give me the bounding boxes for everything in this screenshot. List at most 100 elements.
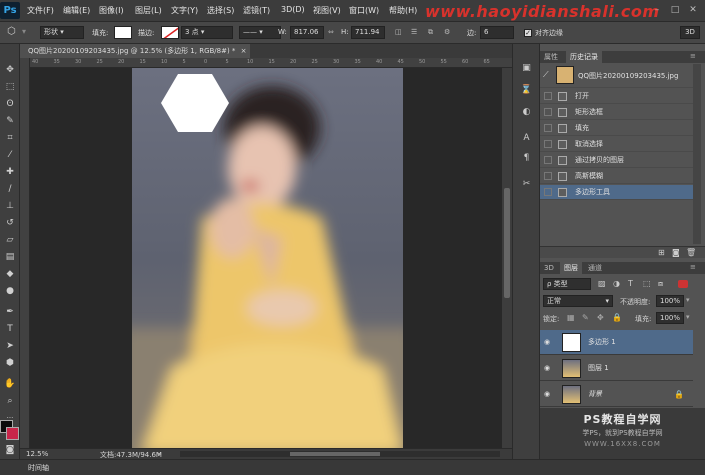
sides-input[interactable]: 6 — [480, 26, 514, 39]
healing-tool-icon[interactable]: ✚ — [3, 166, 17, 178]
polygon-tool-icon[interactable]: ⬡ — [7, 26, 16, 37]
history-icon[interactable]: ⌛ — [519, 84, 534, 97]
zoom-tool-icon[interactable]: ⌕ — [3, 395, 17, 407]
blur-tool-icon[interactable]: ◆ — [3, 268, 17, 280]
brush-tool-icon[interactable]: ∕ — [3, 183, 17, 195]
history-item[interactable]: 矩形选框 — [540, 105, 693, 120]
menu-select[interactable]: 选择(S) — [207, 5, 234, 16]
filter-shape-icon[interactable]: ⬚ — [643, 279, 651, 288]
menu-image[interactable]: 图像(I) — [99, 5, 124, 16]
camera-icon[interactable]: ◙ — [672, 248, 680, 257]
lasso-tool-icon[interactable]: ʘ — [3, 98, 17, 110]
panel-menu-icon[interactable]: ≡ — [690, 52, 696, 60]
history-snapshot[interactable]: ⟋ QQ图片20200109203435.jpg — [540, 64, 693, 88]
stamp-tool-icon[interactable]: ⊥ — [3, 200, 17, 212]
layer-row-selected[interactable]: ◉ 多边形 1 — [540, 330, 693, 355]
horizontal-ruler[interactable]: 40 35 30 25 20 15 10 5 0 5 10 15 20 25 30 35 40 45 50 55 60 6… — [30, 58, 512, 68]
layer-kind-filter[interactable]: ρ 类型 — [543, 278, 591, 290]
paragraph-icon[interactable]: ¶ — [519, 152, 534, 165]
menu-type[interactable]: 文字(Y) — [171, 5, 198, 16]
menu-view[interactable]: 视图(V) — [313, 5, 341, 16]
adjustments-icon[interactable]: ◐ — [519, 106, 534, 119]
menu-file[interactable]: 文件(F) — [27, 5, 54, 16]
move-tool-icon[interactable]: ✥ — [3, 64, 17, 76]
blend-mode-select[interactable]: 正常 ▾ — [543, 295, 613, 307]
menu-help[interactable]: 帮助(H) — [389, 5, 417, 16]
lock-position-icon[interactable]: ✥ — [597, 313, 604, 322]
path-arrange-icon[interactable]: ⧉ — [428, 28, 433, 37]
document-tab[interactable]: QQ图片20200109203435.jpg @ 12.5% (多边形 1, R… — [20, 44, 250, 58]
tab-layers[interactable]: 图层 — [560, 262, 582, 274]
opacity-input[interactable]: 100% — [656, 295, 684, 307]
3d-mode-button[interactable]: 3D — [680, 26, 700, 39]
properties-icon[interactable]: ▣ — [519, 62, 534, 75]
new-document-icon[interactable]: ⊞ — [658, 248, 665, 257]
minimize-icon[interactable]: – — [650, 4, 664, 16]
pen-tool-icon[interactable]: ✒ — [3, 306, 17, 318]
lock-pixels-icon[interactable]: ✎ — [582, 313, 589, 322]
opacity-dropdown-icon[interactable]: ▾ — [686, 296, 690, 304]
history-brush-tool-icon[interactable]: ↺ — [3, 217, 17, 229]
zoom-level[interactable]: 12.5% — [26, 450, 48, 458]
tab-history[interactable]: 历史记录 — [566, 51, 602, 63]
menu-3d[interactable]: 3D(D) — [281, 5, 305, 14]
layers-menu-icon[interactable]: ≡ — [690, 263, 696, 271]
stroke-size-select[interactable]: 3 点 ▾ — [181, 26, 233, 39]
quick-select-tool-icon[interactable]: ✎ — [3, 115, 17, 127]
filter-adjust-icon[interactable]: ◑ — [613, 279, 620, 288]
horizontal-scrollbar[interactable] — [180, 451, 500, 457]
history-item-active[interactable]: 多边形工具 — [540, 185, 693, 200]
polygon-shape-tool-icon[interactable]: ⬢ — [3, 357, 17, 369]
history-item[interactable]: 高斯模糊 — [540, 169, 693, 184]
visibility-eye-icon[interactable]: ◉ — [544, 338, 553, 346]
menu-filter[interactable]: 滤镜(T) — [243, 5, 270, 16]
layer-row[interactable]: ◉ 背景 🔒 — [540, 382, 693, 407]
status-arrow-icon[interactable]: ▸ — [158, 450, 162, 458]
layer-row[interactable]: ◉ 图层 1 — [540, 356, 693, 381]
background-color-swatch[interactable] — [6, 427, 19, 440]
tab-channels[interactable]: 通道 — [584, 262, 606, 274]
gear-icon[interactable]: ⚙ — [444, 28, 450, 36]
history-item[interactable]: 取消选择 — [540, 137, 693, 152]
brush-source-icon[interactable]: ⟋ — [543, 70, 549, 80]
path-align-icon[interactable]: ☰ — [411, 28, 417, 36]
path-ops-icon[interactable]: ◫ — [395, 28, 402, 36]
trash-icon[interactable]: 🗑 — [686, 248, 696, 257]
align-edges-checkbox[interactable]: ✓ — [524, 29, 532, 37]
history-scrollbar[interactable] — [693, 64, 701, 244]
filter-pixel-icon[interactable]: ▨ — [598, 279, 606, 288]
history-item[interactable]: 填充 — [540, 121, 693, 136]
history-item[interactable]: 通过拷贝的图层 — [540, 153, 693, 168]
chevron-down-icon[interactable]: ▾ — [22, 27, 26, 36]
character-icon[interactable]: A — [519, 132, 534, 145]
eyedropper-tool-icon[interactable]: ⁄ — [3, 149, 17, 161]
menu-edit[interactable]: 编辑(E) — [63, 5, 90, 16]
fill-input[interactable]: 100% — [656, 312, 684, 324]
hand-tool-icon[interactable]: ✋ — [3, 378, 17, 390]
tab-properties[interactable]: 属性 — [540, 51, 562, 63]
vertical-scrollbar[interactable] — [502, 68, 512, 453]
quick-mask-icon[interactable]: ◙ — [3, 444, 17, 456]
hexagon-shape[interactable] — [160, 72, 230, 134]
fill-swatch[interactable] — [114, 26, 132, 39]
marquee-tool-icon[interactable]: ⬚ — [3, 81, 17, 93]
vertical-ruler[interactable] — [20, 58, 30, 453]
dodge-tool-icon[interactable]: ● — [3, 285, 17, 297]
history-item[interactable]: 打开 — [540, 89, 693, 104]
filter-type-icon[interactable]: T — [628, 279, 633, 288]
fill-dropdown-icon[interactable]: ▾ — [686, 313, 690, 321]
h-scrollbar-thumb[interactable] — [290, 452, 380, 456]
close-tab-icon[interactable]: × — [241, 47, 247, 55]
eraser-tool-icon[interactable]: ▱ — [3, 234, 17, 246]
stroke-type-select[interactable]: —— ▾ — [239, 26, 281, 39]
menu-layer[interactable]: 图层(L) — [135, 5, 162, 16]
type-tool-icon[interactable]: T — [3, 323, 17, 335]
tab-3d[interactable]: 3D — [540, 262, 558, 274]
lock-transparent-icon[interactable]: ▦ — [567, 313, 575, 322]
link-icon[interactable]: ⇔ — [328, 28, 334, 36]
tool-presets-icon[interactable]: ✂ — [519, 178, 534, 191]
visibility-eye-icon[interactable]: ◉ — [544, 390, 553, 398]
close-window-icon[interactable]: ✕ — [686, 4, 700, 16]
filter-smart-icon[interactable]: ⧈ — [658, 279, 663, 289]
shape-mode-select[interactable]: 形状 ▾ — [40, 26, 84, 39]
